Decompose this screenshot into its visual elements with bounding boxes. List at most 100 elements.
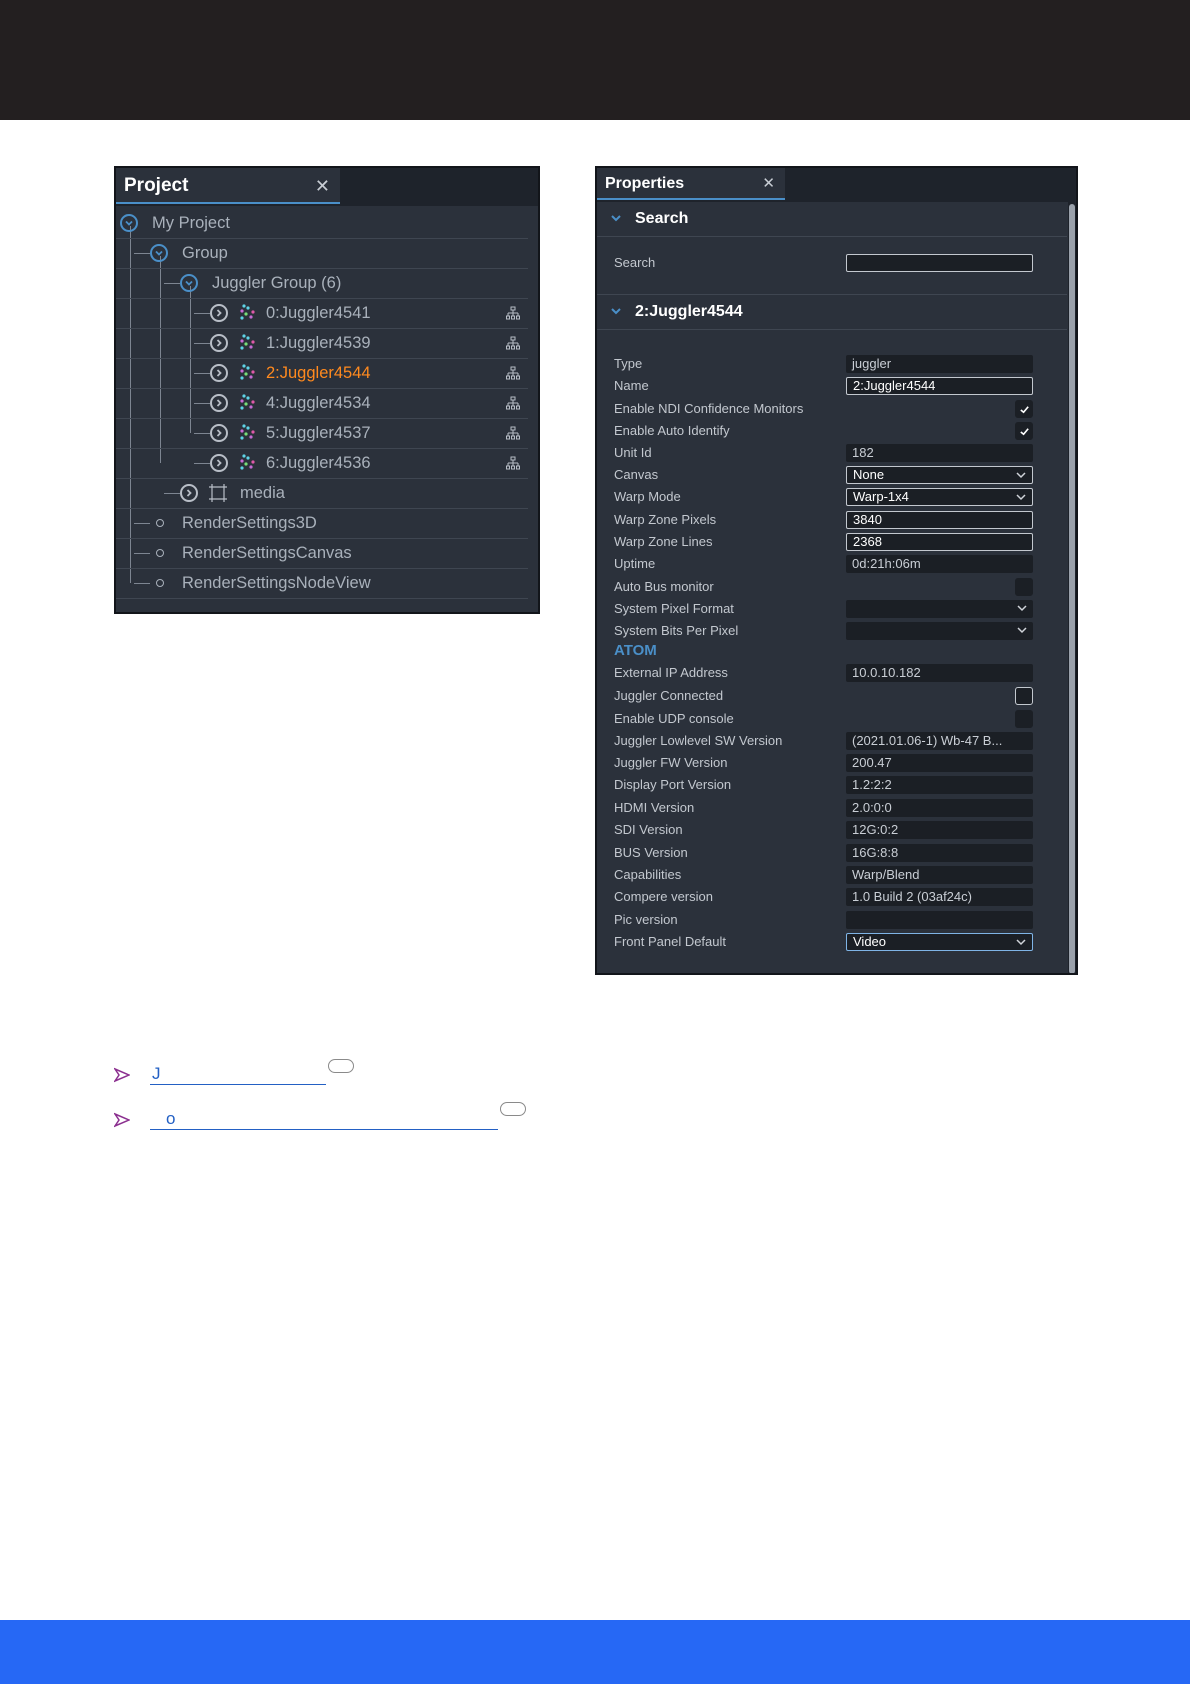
juggler-device-icon xyxy=(240,454,255,470)
capabilities-field: Warp/Blend xyxy=(846,866,1033,884)
prop-row-ndi: Enable NDI Confidence Monitors xyxy=(597,398,1067,420)
juggler-connected-checkbox[interactable] xyxy=(1015,687,1033,705)
chevron-down-icon xyxy=(1016,939,1026,946)
tree-item[interactable]: 0:Juggler4541 xyxy=(116,298,528,329)
tab-properties[interactable]: Properties ✕ xyxy=(597,168,785,200)
warp-zone-lines-field[interactable]: 2368 xyxy=(846,533,1033,551)
chevron-right-circle-icon[interactable] xyxy=(210,454,228,472)
juggler-device-icon xyxy=(240,304,255,320)
tree-item[interactable]: Group xyxy=(116,238,528,269)
search-row: Search xyxy=(597,252,1067,274)
juggler-device-icon xyxy=(240,364,255,380)
network-hierarchy-icon[interactable] xyxy=(506,456,520,470)
chevron-right-circle-icon[interactable] xyxy=(210,424,228,442)
scrollbar-thumb[interactable] xyxy=(1069,204,1075,973)
tree-item[interactable]: media xyxy=(116,478,528,509)
tree-connector-line xyxy=(134,583,150,584)
dp-version-label: Display Port Version xyxy=(614,777,732,792)
tree-item[interactable]: 5:Juggler4537 xyxy=(116,418,528,449)
chevron-right-circle-icon[interactable] xyxy=(210,304,228,322)
external-ip-field: 10.0.10.182 xyxy=(846,664,1033,682)
search-input[interactable] xyxy=(846,254,1033,272)
search-section-header[interactable]: Search xyxy=(597,202,1067,237)
auto-bus-checkbox[interactable] xyxy=(1015,578,1033,596)
tree-item[interactable]: My Project xyxy=(116,208,528,239)
properties-tab-title: Properties xyxy=(605,175,685,192)
front-panel-dropdown[interactable]: Video xyxy=(846,933,1033,951)
prop-row-fw-version: Juggler FW Version 200.47 xyxy=(597,752,1067,774)
tree-connector-line xyxy=(194,433,210,434)
tree-item[interactable]: 1:Juggler4539 xyxy=(116,328,528,359)
ndi-checkbox[interactable] xyxy=(1015,400,1033,418)
dp-version-field: 1.2:2:2 xyxy=(846,776,1033,794)
chevron-right-circle-icon[interactable] xyxy=(210,364,228,382)
arrow-bullet-icon xyxy=(114,1112,130,1128)
prop-row-unit-id: Unit Id 182 xyxy=(597,442,1067,464)
tree-item-label: 5:Juggler4537 xyxy=(266,424,371,442)
prop-row-lowlevel-sw: Juggler Lowlevel SW Version (2021.01.06-1… xyxy=(597,730,1067,752)
warp-zone-lines-label: Warp Zone Lines xyxy=(614,534,713,549)
chevron-down-icon xyxy=(1017,627,1027,634)
auto-identify-label: Enable Auto Identify xyxy=(614,423,730,438)
search-label: Search xyxy=(614,255,656,270)
chevron-down-circle-icon[interactable] xyxy=(120,214,138,232)
tree-item-label: 6:Juggler4536 xyxy=(266,454,371,472)
link-2[interactable]: o xyxy=(150,1108,498,1130)
tree-item[interactable]: RenderSettingsNodeView xyxy=(116,568,528,599)
tree-item-label: RenderSettingsCanvas xyxy=(182,544,352,562)
bits-per-pixel-dropdown[interactable] xyxy=(846,622,1033,640)
canvas-dropdown[interactable]: None xyxy=(846,466,1033,484)
lowlevel-sw-label: Juggler Lowlevel SW Version xyxy=(614,733,783,748)
compere-version-label: Compere version xyxy=(614,889,713,904)
hdmi-version-field: 2.0:0:0 xyxy=(846,799,1033,817)
search-section-title: Search xyxy=(635,210,689,227)
tree-item[interactable]: 2:Juggler4544 xyxy=(116,358,528,389)
warp-zone-pixels-field[interactable]: 3840 xyxy=(846,511,1033,529)
chevron-down-circle-icon[interactable] xyxy=(180,274,198,292)
tree-item-label: 4:Juggler4534 xyxy=(266,394,371,412)
front-panel-label: Front Panel Default xyxy=(614,934,727,949)
network-hierarchy-icon[interactable] xyxy=(506,336,520,350)
tree-item[interactable]: RenderSettings3D xyxy=(116,508,528,539)
name-field[interactable]: 2:Juggler4544 xyxy=(846,377,1033,395)
link-badge xyxy=(500,1102,526,1116)
pixel-format-dropdown[interactable] xyxy=(846,600,1033,618)
close-icon[interactable]: ✕ xyxy=(315,168,330,204)
hdmi-version-label: HDMI Version xyxy=(614,800,695,815)
fw-version-value: 200.47 xyxy=(852,755,892,770)
prop-row-capabilities: Capabilities Warp/Blend xyxy=(597,864,1067,886)
properties-scrollbar[interactable] xyxy=(1068,202,1076,973)
tree-item[interactable]: Juggler Group (6) xyxy=(116,268,528,299)
network-hierarchy-icon[interactable] xyxy=(506,426,520,440)
warp-zone-pixels-value: 3840 xyxy=(853,512,882,527)
tree-connector-line xyxy=(194,403,210,404)
close-icon[interactable]: ✕ xyxy=(762,168,775,200)
warp-mode-dropdown[interactable]: Warp-1x4 xyxy=(846,488,1033,506)
auto-identify-checkbox[interactable] xyxy=(1015,422,1033,440)
network-hierarchy-icon[interactable] xyxy=(506,396,520,410)
pic-version-field xyxy=(846,911,1033,929)
chevron-down-icon xyxy=(1016,472,1026,479)
tab-project[interactable]: Project ✕ xyxy=(116,168,340,204)
udp-console-checkbox[interactable] xyxy=(1015,710,1033,728)
tree-item[interactable]: 4:Juggler4534 xyxy=(116,388,528,419)
chevron-down-icon xyxy=(611,295,623,329)
chevron-right-circle-icon[interactable] xyxy=(180,484,198,502)
tree-connector-line xyxy=(164,493,180,494)
bits-per-pixel-label: System Bits Per Pixel xyxy=(614,623,739,638)
uptime-label: Uptime xyxy=(614,556,656,571)
network-hierarchy-icon[interactable] xyxy=(506,306,520,320)
tree-item[interactable]: 6:Juggler4536 xyxy=(116,448,528,479)
prop-row-auto-bus: Auto Bus monitor xyxy=(597,576,1067,598)
chevron-down-circle-icon[interactable] xyxy=(150,244,168,262)
network-hierarchy-icon[interactable] xyxy=(506,366,520,380)
tree-item[interactable]: RenderSettingsCanvas xyxy=(116,538,528,569)
link-1[interactable]: J xyxy=(150,1063,326,1085)
prop-row-compere-version: Compere version 1.0 Build 2 (03af24c) xyxy=(597,886,1067,908)
node-section-header[interactable]: 2:Juggler4544 xyxy=(597,295,1067,330)
top-header-bar xyxy=(0,0,1190,120)
name-value: 2:Juggler4544 xyxy=(853,378,936,393)
tree-connector-line xyxy=(194,463,210,464)
chevron-right-circle-icon[interactable] xyxy=(210,334,228,352)
chevron-right-circle-icon[interactable] xyxy=(210,394,228,412)
